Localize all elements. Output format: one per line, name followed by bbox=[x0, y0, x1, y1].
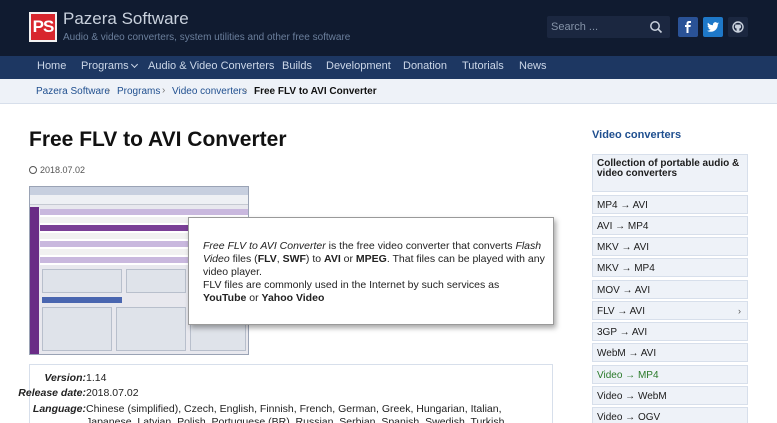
site-title[interactable]: Pazera Software bbox=[63, 9, 189, 29]
desc-text: or bbox=[340, 253, 356, 265]
nav-item-development[interactable]: Development bbox=[326, 60, 391, 72]
sidebar-item-mp4-avi[interactable]: MP4 → AVI bbox=[592, 195, 748, 214]
screenshot-sidebar bbox=[30, 207, 39, 354]
desc-avi: AVI bbox=[324, 253, 341, 265]
breadcrumb: Pazera Software › Programs › Video conve… bbox=[0, 79, 777, 104]
desc-program-name: Free FLV to AVI Converter bbox=[203, 240, 326, 252]
language-value: Chinese (simplified), Czech, English, Fi… bbox=[86, 403, 505, 423]
desc-text: or bbox=[246, 292, 262, 304]
sidebar-item-label: FLV → AVI bbox=[597, 306, 645, 317]
clock-icon bbox=[29, 166, 37, 174]
page-title: Free FLV to AVI Converter bbox=[29, 128, 287, 151]
description-text: Free FLV to AVI Converter is the free vi… bbox=[203, 240, 545, 305]
nav-item-audio-video-converters[interactable]: Audio & Video Converters bbox=[148, 60, 274, 72]
github-icon bbox=[732, 21, 744, 33]
sidebar-item-video-webm[interactable]: Video → WebM bbox=[592, 386, 748, 405]
desc-text: is the free video converter that convert… bbox=[325, 240, 516, 252]
search-icon[interactable] bbox=[649, 20, 663, 34]
breadcrumb-home[interactable]: Pazera Software bbox=[36, 86, 110, 97]
release-label: Release date: bbox=[18, 387, 86, 399]
nav-item-tutorials[interactable]: Tutorials bbox=[462, 60, 504, 72]
sidebar-item-video-mp4[interactable]: Video → MP4 bbox=[592, 365, 748, 384]
desc-mpeg: MPEG bbox=[355, 253, 387, 265]
facebook-button[interactable] bbox=[678, 17, 698, 37]
breadcrumb-separator: › bbox=[162, 85, 166, 96]
site-header: PS Pazera Software Audio & video convert… bbox=[0, 0, 777, 56]
desc-text: ) to bbox=[305, 253, 325, 265]
nav-item-donation[interactable]: Donation bbox=[403, 60, 447, 72]
breadcrumb-video-converters[interactable]: Video converters bbox=[172, 86, 247, 97]
search-box bbox=[547, 16, 670, 38]
desc-youtube: YouTube bbox=[203, 292, 247, 304]
breadcrumb-separator: › bbox=[244, 85, 248, 96]
breadcrumb-separator: › bbox=[107, 85, 111, 96]
post-date-text: 2018.07.02 bbox=[40, 165, 86, 175]
sidebar-item-webm-avi[interactable]: WebM → AVI bbox=[592, 343, 748, 362]
desc-swf: SWF bbox=[282, 253, 306, 265]
nav-item-home[interactable]: Home bbox=[37, 60, 66, 72]
sidebar-item-portable-collection[interactable]: Collection of portable audio & video con… bbox=[592, 154, 748, 192]
nav-item-news[interactable]: News bbox=[519, 60, 547, 72]
site-logo[interactable]: PS bbox=[29, 12, 57, 42]
sidebar-item-mov-avi[interactable]: MOV → AVI bbox=[592, 280, 748, 299]
release-value: 2018.07.02 bbox=[86, 387, 139, 399]
sidebar-item-mkv-avi[interactable]: MKV → AVI bbox=[592, 237, 748, 256]
screenshot-panel bbox=[42, 269, 122, 293]
desc-text: FLV files are commonly used in the Inter… bbox=[203, 279, 500, 291]
sidebar-item-mkv-mp4[interactable]: MKV → MP4 bbox=[592, 258, 748, 277]
screenshot-panel bbox=[116, 307, 186, 351]
version-value: 1.14 bbox=[86, 372, 107, 384]
sidebar-item-avi-mp4[interactable]: AVI → MP4 bbox=[592, 216, 748, 235]
sidebar-item-flv-avi[interactable]: FLV → AVI › bbox=[592, 301, 748, 320]
sidebar-item-3gp-avi[interactable]: 3GP → AVI bbox=[592, 322, 748, 341]
screenshot-panel bbox=[42, 307, 112, 351]
sidebar-heading[interactable]: Video converters bbox=[592, 129, 681, 141]
site-tagline: Audio & video converters, system utiliti… bbox=[63, 32, 351, 43]
screenshot-titlebar bbox=[30, 187, 248, 195]
program-info: Version: 1.14 Release date: 2018.07.02 L… bbox=[18, 364, 553, 423]
chevron-down-icon bbox=[130, 60, 138, 69]
version-label: Version: bbox=[44, 372, 86, 384]
desc-text: files ( bbox=[229, 253, 258, 265]
desc-yahoo-video: Yahoo Video bbox=[261, 292, 325, 304]
sidebar-item-video-ogv[interactable]: Video → OGV bbox=[592, 407, 748, 423]
screenshot-toolbar bbox=[30, 195, 248, 205]
chevron-right-icon: › bbox=[738, 306, 741, 316]
screenshot-row bbox=[40, 209, 248, 215]
twitter-icon bbox=[707, 22, 719, 32]
breadcrumb-programs[interactable]: Programs bbox=[117, 86, 160, 97]
breadcrumb-current: Free FLV to AVI Converter bbox=[254, 86, 377, 97]
github-button[interactable] bbox=[728, 17, 748, 37]
facebook-icon bbox=[685, 21, 691, 33]
desc-flv: FLV bbox=[257, 253, 277, 265]
screenshot-panel bbox=[126, 269, 186, 293]
nav-item-programs[interactable]: Programs bbox=[81, 60, 138, 72]
twitter-button[interactable] bbox=[703, 17, 723, 37]
screenshot-progress bbox=[42, 297, 122, 303]
nav-item-programs-label: Programs bbox=[81, 60, 129, 72]
search-input[interactable] bbox=[551, 18, 643, 36]
post-date: 2018.07.02 bbox=[29, 165, 85, 175]
nav-item-builds[interactable]: Builds bbox=[282, 60, 312, 72]
main-nav: Home Programs Audio & Video Converters B… bbox=[0, 56, 777, 79]
description-box: Free FLV to AVI Converter is the free vi… bbox=[188, 217, 554, 325]
language-label: Language: bbox=[32, 403, 86, 415]
